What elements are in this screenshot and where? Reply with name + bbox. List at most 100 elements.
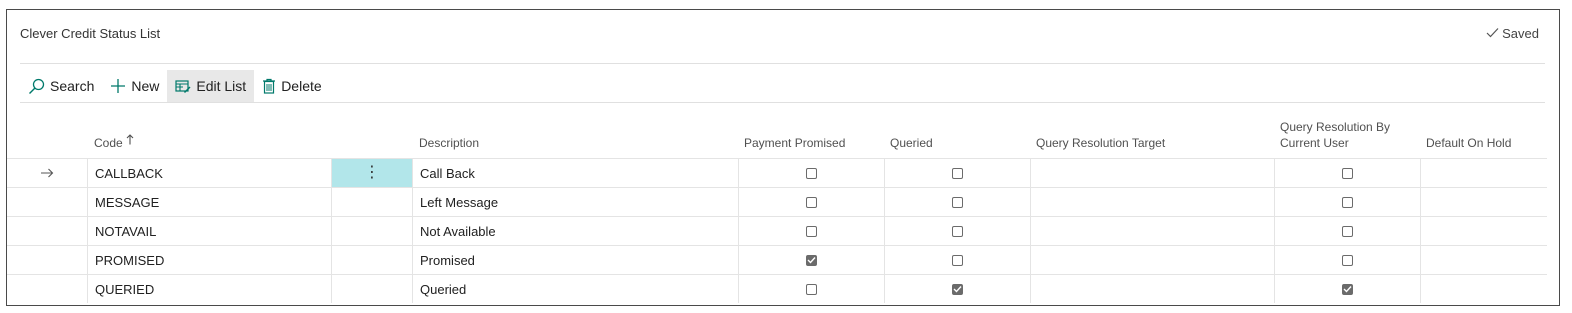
code-cell[interactable]: QUERIED <box>87 275 331 303</box>
new-label: New <box>131 78 160 94</box>
code-cell[interactable]: MESSAGE <box>87 188 331 216</box>
code-cell[interactable]: NOTAVAIL <box>87 217 331 245</box>
column-header-payment-promised[interactable]: Payment Promised <box>738 110 884 158</box>
query-resolution-target-cell[interactable] <box>1030 246 1274 274</box>
table-row[interactable]: MESSAGE Left Message <box>7 187 1547 216</box>
code-cell[interactable]: PROMISED <box>87 246 331 274</box>
query-resolution-by-current-user-cell <box>1274 159 1420 187</box>
row-pointer <box>7 188 87 216</box>
table-row[interactable]: QUERIED Queried <box>7 274 1547 303</box>
queried-checkbox[interactable] <box>952 283 963 295</box>
default-on-hold-cell[interactable] <box>1420 217 1547 245</box>
table-body: CALLBACK ⋮ Call Back MESSAGE Left Message NOT… <box>7 158 1547 303</box>
query-resolution-by-current-user-cell <box>1274 217 1420 245</box>
search-label: Search <box>50 78 95 94</box>
query-resolution-by-current-user-checkbox[interactable] <box>1342 225 1353 237</box>
query-resolution-by-current-user-cell <box>1274 246 1420 274</box>
column-header-query-resolution-by-current-user[interactable]: Query Resolution By Current User <box>1274 110 1420 158</box>
payment-promised-cell <box>738 246 884 274</box>
page-frame: Clever Credit Status List Saved Search N… <box>6 9 1560 306</box>
payment-promised-checkbox[interactable] <box>806 167 817 179</box>
edit-list-icon <box>175 79 191 94</box>
column-header-query-resolution-target[interactable]: Query Resolution Target <box>1030 110 1274 158</box>
sort-ascending-icon <box>126 133 134 149</box>
right-arrow-icon <box>40 166 54 181</box>
checkmark-icon <box>1486 26 1499 41</box>
queried-cell <box>884 217 1030 245</box>
code-cell[interactable]: CALLBACK <box>87 159 331 187</box>
trash-icon <box>262 78 276 94</box>
queried-checkbox[interactable] <box>952 196 963 208</box>
page-title: Clever Credit Status List <box>20 26 161 41</box>
default-on-hold-cell[interactable] <box>1420 275 1547 303</box>
row-actions-cell[interactable] <box>331 217 412 245</box>
row-pointer <box>7 159 87 187</box>
description-cell[interactable]: Promised <box>412 246 738 274</box>
query-resolution-by-current-user-checkbox[interactable] <box>1342 196 1353 208</box>
column-header-code[interactable]: Code <box>87 110 331 158</box>
column-header-label: Code <box>94 136 123 150</box>
queried-cell <box>884 246 1030 274</box>
divider <box>20 102 1545 103</box>
queried-cell <box>884 275 1030 303</box>
query-resolution-target-cell[interactable] <box>1030 217 1274 245</box>
queried-cell <box>884 188 1030 216</box>
description-cell[interactable]: Call Back <box>412 159 738 187</box>
column-header-label: Query Resolution By <box>1280 120 1391 134</box>
description-cell[interactable]: Left Message <box>412 188 738 216</box>
payment-promised-checkbox[interactable] <box>806 283 817 295</box>
row-actions-cell[interactable] <box>331 275 412 303</box>
query-resolution-by-current-user-checkbox[interactable] <box>1342 283 1353 295</box>
queried-checkbox[interactable] <box>952 254 963 266</box>
query-resolution-target-cell[interactable] <box>1030 188 1274 216</box>
query-resolution-by-current-user-cell <box>1274 275 1420 303</box>
more-options-icon[interactable]: ⋮ <box>364 165 380 181</box>
table-row[interactable]: NOTAVAIL Not Available <box>7 216 1547 245</box>
table-row[interactable]: PROMISED Promised <box>7 245 1547 274</box>
status-table: Code Description Payment Promised Querie… <box>7 110 1547 303</box>
payment-promised-checkbox[interactable] <box>806 196 817 208</box>
query-resolution-target-cell[interactable] <box>1030 159 1274 187</box>
query-resolution-by-current-user-checkbox[interactable] <box>1342 167 1353 179</box>
column-header-default-on-hold[interactable]: Default On Hold <box>1420 110 1547 158</box>
payment-promised-cell <box>738 188 884 216</box>
row-pointer <box>7 275 87 303</box>
queried-checkbox[interactable] <box>952 225 963 237</box>
description-cell[interactable]: Queried <box>412 275 738 303</box>
delete-label: Delete <box>281 78 322 94</box>
row-pointer <box>7 246 87 274</box>
delete-button[interactable]: Delete <box>254 70 329 102</box>
column-header-queried[interactable]: Queried <box>884 110 1030 158</box>
payment-promised-checkbox[interactable] <box>806 225 817 237</box>
default-on-hold-cell[interactable] <box>1420 188 1547 216</box>
query-resolution-by-current-user-checkbox[interactable] <box>1342 254 1353 266</box>
description-cell[interactable]: Not Available <box>412 217 738 245</box>
edit-list-button[interactable]: Edit List <box>167 70 255 102</box>
column-header-description[interactable]: Description <box>412 110 738 158</box>
action-toolbar: Search New Edit List Delete <box>20 70 330 102</box>
queried-checkbox[interactable] <box>952 167 963 179</box>
queried-cell <box>884 159 1030 187</box>
payment-promised-checkbox[interactable] <box>806 254 817 266</box>
search-button[interactable]: Search <box>20 70 102 102</box>
payment-promised-cell <box>738 217 884 245</box>
edit-list-label: Edit List <box>196 78 247 94</box>
table-header: Code Description Payment Promised Querie… <box>7 110 1547 158</box>
payment-promised-cell <box>738 275 884 303</box>
row-pointer <box>7 217 87 245</box>
query-resolution-by-current-user-cell <box>1274 188 1420 216</box>
saved-status: Saved <box>1486 26 1539 41</box>
row-actions-cell[interactable] <box>331 246 412 274</box>
default-on-hold-cell[interactable] <box>1420 246 1547 274</box>
new-button[interactable]: New <box>102 70 167 102</box>
payment-promised-cell <box>738 159 884 187</box>
row-actions-cell[interactable] <box>331 188 412 216</box>
query-resolution-target-cell[interactable] <box>1030 275 1274 303</box>
search-icon <box>28 78 45 95</box>
saved-label: Saved <box>1502 26 1539 41</box>
row-actions-cell[interactable]: ⋮ <box>331 159 412 187</box>
column-header-label: Current User <box>1280 136 1349 150</box>
table-row[interactable]: CALLBACK ⋮ Call Back <box>7 158 1547 187</box>
default-on-hold-cell[interactable] <box>1420 159 1547 187</box>
divider <box>20 63 1545 64</box>
